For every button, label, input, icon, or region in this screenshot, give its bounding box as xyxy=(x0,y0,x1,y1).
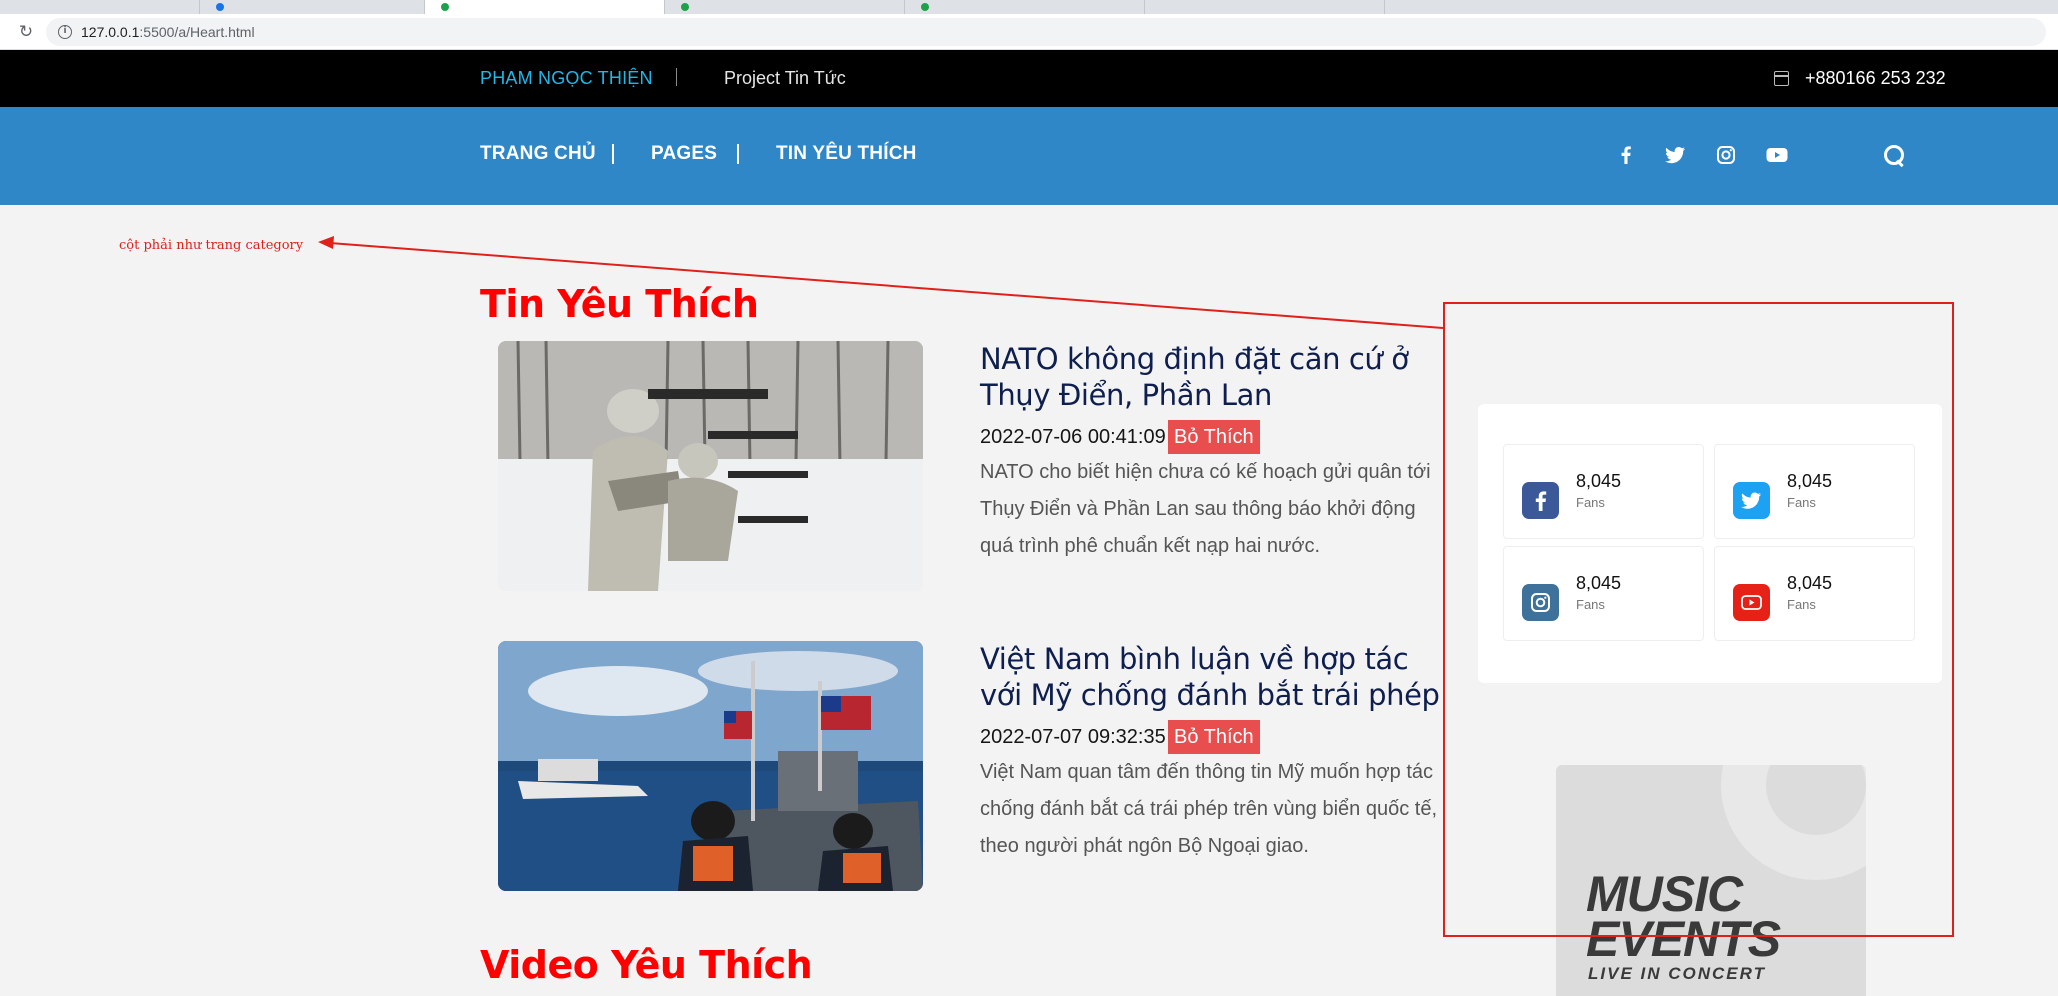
facebook-icon[interactable] xyxy=(1614,143,1638,167)
url-field[interactable]: i 127.0.0.1:5500/a/Heart.html xyxy=(46,18,2046,46)
browser-tab[interactable] xyxy=(1145,0,1385,14)
youtube-icon[interactable] xyxy=(1765,143,1789,167)
url-text[interactable]: 127.0.0.1:5500/a/Heart.html xyxy=(81,24,255,40)
nav-favorites[interactable]: TIN YÊU THÍCH xyxy=(776,143,917,165)
divider xyxy=(676,68,677,86)
browser-tab-active[interactable] xyxy=(425,0,665,14)
twitter-icon[interactable] xyxy=(1663,143,1687,167)
article-datetime: 2022-07-07 09:32:35 xyxy=(980,726,1166,748)
article-title[interactable]: NATO không định đặt căn cứ ở Thụy Điển, … xyxy=(980,341,1440,413)
browser-tab[interactable] xyxy=(665,0,905,14)
browser-tab[interactable] xyxy=(905,0,1145,14)
favorites-section-title: Tin Yêu Thích xyxy=(480,282,759,326)
tab-favicon xyxy=(921,3,929,11)
nav-pages[interactable]: PAGES xyxy=(651,143,717,165)
reload-icon[interactable]: ↻ xyxy=(14,20,38,44)
article-excerpt: NATO cho biết hiện chưa có kế hoạch gửi … xyxy=(980,461,1431,557)
browser-tab[interactable] xyxy=(200,0,425,14)
article-title[interactable]: Việt Nam bình luận về hợp tác với Mỹ chố… xyxy=(980,641,1440,713)
article-thumbnail[interactable] xyxy=(498,641,923,891)
unlike-button[interactable]: Bỏ Thích xyxy=(1168,720,1260,754)
article-datetime: 2022-07-06 00:41:09 xyxy=(980,426,1166,448)
unlike-button[interactable]: Bỏ Thích xyxy=(1168,420,1260,454)
nav-divider xyxy=(612,144,614,164)
video-section-title: Video Yêu Thích xyxy=(480,943,813,987)
author-name: PHẠM NGỌC THIỆN xyxy=(480,68,653,88)
phone-number: +880166 253 232 xyxy=(1805,68,1946,88)
main-nav: TRANG CHỦ PAGES TIN YÊU THÍCH xyxy=(0,107,2058,205)
article-card: Việt Nam bình luận về hợp tác với Mỹ chố… xyxy=(498,641,1440,891)
annotation-note: cột phải như trang category xyxy=(119,238,304,253)
tab-favicon xyxy=(681,3,689,11)
calendar-icon xyxy=(1774,71,1789,86)
instagram-icon[interactable] xyxy=(1714,143,1738,167)
nav-home[interactable]: TRANG CHỦ xyxy=(480,143,596,165)
tab-favicon xyxy=(216,3,224,11)
annotation-highlight-box xyxy=(1443,302,1954,937)
article-thumbnail[interactable] xyxy=(498,341,923,591)
address-bar: ↻ i 127.0.0.1:5500/a/Heart.html xyxy=(0,14,2058,50)
site-info-icon[interactable]: i xyxy=(58,25,72,39)
article-excerpt: Việt Nam quan tâm đến thông tin Mỹ muốn … xyxy=(980,761,1438,857)
article-card: NATO không định đặt căn cứ ở Thụy Điển, … xyxy=(498,341,1438,591)
top-bar: PHẠM NGỌC THIỆN Project Tin Tức +880166 … xyxy=(0,50,2058,107)
nav-divider xyxy=(737,144,739,164)
tab-favicon xyxy=(441,3,449,11)
browser-tab-strip xyxy=(0,0,2058,14)
project-name: Project Tin Tức xyxy=(724,68,846,88)
banner-line-3: LIVE IN CONCERT xyxy=(1588,964,1766,983)
url-path: :5500/a/Heart.html xyxy=(139,24,255,40)
browser-tab[interactable] xyxy=(0,0,200,14)
search-icon[interactable] xyxy=(1884,145,1904,165)
url-host: 127.0.0.1 xyxy=(81,24,140,40)
